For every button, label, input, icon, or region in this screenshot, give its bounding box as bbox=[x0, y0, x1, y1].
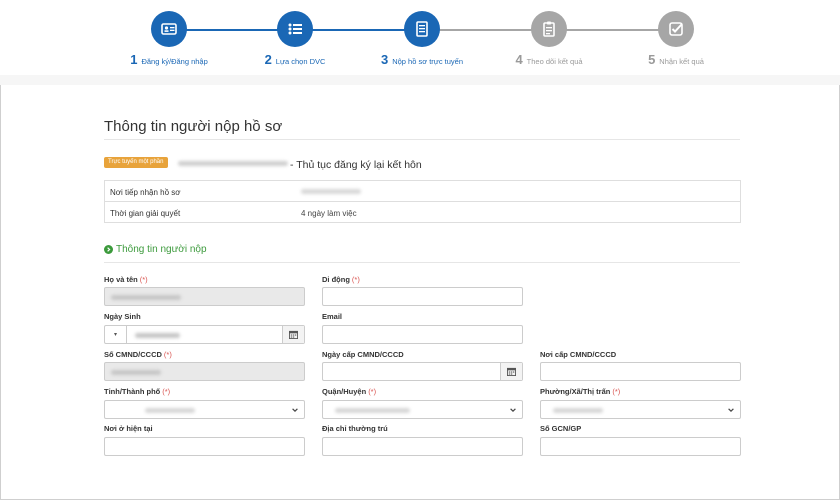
table-row: Nơi tiếp nhận hồ sơ bbox=[105, 181, 740, 202]
current-address-label: Nơi ở hiện tại bbox=[104, 424, 153, 433]
table-row: Thời gian giải quyết 4 ngày làm việc bbox=[105, 202, 740, 223]
ward-select[interactable] bbox=[540, 400, 741, 419]
label-text: Nơi cấp CMND/CCCD bbox=[540, 350, 617, 359]
procedure-title: - Thủ tục đăng ký lại kết hôn bbox=[290, 159, 422, 171]
email-field[interactable] bbox=[322, 325, 523, 344]
submitter-section-title: Thông tin người nộp bbox=[104, 244, 207, 255]
procedure-info-table: Nơi tiếp nhận hồ sơ Thời gian giải quyết… bbox=[104, 180, 741, 223]
procedure-code bbox=[178, 161, 288, 166]
fullname-field[interactable] bbox=[104, 287, 305, 306]
info-value bbox=[301, 189, 361, 194]
label-text: Địa chỉ thường trú bbox=[322, 424, 388, 433]
district-label: Quận/Huyện (*) bbox=[322, 387, 376, 396]
chevron-down-icon bbox=[292, 408, 298, 413]
info-label: Nơi tiếp nhận hồ sơ bbox=[110, 188, 181, 197]
label-text: Phường/Xã/Thị trấn bbox=[540, 387, 611, 396]
required-mark: (*) bbox=[163, 350, 172, 359]
blurred-value bbox=[111, 370, 161, 375]
mobile-label: Di động (*) bbox=[322, 275, 360, 284]
caret-down-icon[interactable]: ▾ bbox=[105, 326, 127, 343]
list-icon bbox=[277, 11, 313, 47]
blurred-value bbox=[135, 333, 180, 338]
dob-label: Ngày Sinh bbox=[104, 312, 141, 321]
label-text: Di động bbox=[322, 275, 350, 284]
required-mark: (*) bbox=[368, 387, 377, 396]
stepper-divider bbox=[0, 75, 840, 85]
issue-date-field[interactable] bbox=[322, 362, 523, 381]
chevron-circle-icon bbox=[104, 245, 113, 254]
fullname-label: Họ và tên (*) bbox=[104, 275, 148, 284]
required-mark: (*) bbox=[162, 387, 171, 396]
label-text: Email bbox=[322, 312, 343, 321]
check-box-icon bbox=[658, 11, 694, 47]
dob-field[interactable]: ▾ bbox=[104, 325, 305, 344]
chevron-down-icon bbox=[510, 408, 516, 413]
progress-stepper: 1 Đăng ký/Đăng nhập 2 Lựa chọn DVC 3 Nộp hồ… bbox=[0, 0, 840, 75]
gcn-number-field[interactable] bbox=[540, 437, 741, 456]
blurred-value bbox=[553, 408, 603, 413]
divider bbox=[104, 262, 740, 263]
label-text: Quận/Huyện bbox=[322, 387, 367, 396]
step-label: Theo dõi kết quả bbox=[526, 57, 583, 66]
chevron-down-icon bbox=[728, 408, 734, 413]
blurred-value bbox=[145, 408, 195, 413]
step-number: 2 bbox=[264, 52, 272, 67]
required-mark: (*) bbox=[351, 275, 360, 284]
sub-title-text: Thông tin người nộp bbox=[116, 244, 207, 255]
status-badge: Trực tuyến một phần bbox=[104, 157, 168, 168]
current-address-field[interactable] bbox=[104, 437, 305, 456]
calendar-icon[interactable] bbox=[282, 326, 304, 343]
id-card-icon bbox=[151, 11, 187, 47]
province-label: Tỉnh/Thành phố (*) bbox=[104, 387, 170, 396]
issue-date-label: Ngày cấp CMND/CCCD bbox=[322, 350, 404, 359]
blurred-value bbox=[335, 408, 410, 413]
calendar-icon[interactable] bbox=[500, 363, 522, 380]
gcn-number-label: Số GCN/GP bbox=[540, 424, 581, 433]
step-number: 5 bbox=[648, 52, 656, 67]
permanent-address-label: Địa chỉ thường trú bbox=[322, 424, 388, 433]
divider bbox=[104, 139, 740, 140]
label-text: Nơi ở hiện tại bbox=[104, 424, 153, 433]
step-label: Lựa chọn DVC bbox=[275, 57, 326, 66]
step-label: Đăng ký/Đăng nhập bbox=[141, 57, 208, 66]
province-select[interactable] bbox=[104, 400, 305, 419]
blurred-value bbox=[111, 295, 181, 300]
email-label: Email bbox=[322, 312, 342, 321]
info-value: 4 ngày làm việc bbox=[301, 209, 357, 218]
step-5[interactable]: 5 Nhận kết quả bbox=[601, 11, 751, 67]
required-mark: (*) bbox=[612, 387, 621, 396]
step-number: 3 bbox=[380, 52, 389, 67]
issue-place-label: Nơi cấp CMND/CCCD bbox=[540, 350, 616, 359]
permanent-address-field[interactable] bbox=[322, 437, 523, 456]
info-label: Thời gian giải quyết bbox=[110, 209, 181, 218]
required-mark: (*) bbox=[139, 275, 148, 284]
step-number: 1 bbox=[130, 52, 138, 67]
district-select[interactable] bbox=[322, 400, 523, 419]
issue-place-field[interactable] bbox=[540, 362, 741, 381]
page-title: Thông tin người nộp hồ sơ bbox=[104, 118, 283, 135]
ward-label: Phường/Xã/Thị trấn (*) bbox=[540, 387, 620, 396]
document-icon bbox=[404, 11, 440, 47]
label-text: Ngày cấp CMND/CCCD bbox=[322, 350, 404, 359]
label-text: Tỉnh/Thành phố bbox=[104, 387, 161, 396]
label-text: Ngày Sinh bbox=[104, 312, 141, 321]
step-label: Nhận kết quả bbox=[659, 57, 704, 66]
label-text: Họ và tên bbox=[104, 275, 138, 284]
id-number-label: Số CMND/CCCD (*) bbox=[104, 350, 172, 359]
label-text: Số GCN/GP bbox=[540, 424, 582, 433]
id-number-field[interactable] bbox=[104, 362, 305, 381]
mobile-field[interactable] bbox=[322, 287, 523, 306]
step-label: Nộp hồ sơ trực tuyến bbox=[392, 57, 464, 66]
label-text: Số CMND/CCCD bbox=[104, 350, 162, 359]
clipboard-icon bbox=[531, 11, 567, 47]
step-number: 4 bbox=[515, 52, 523, 67]
